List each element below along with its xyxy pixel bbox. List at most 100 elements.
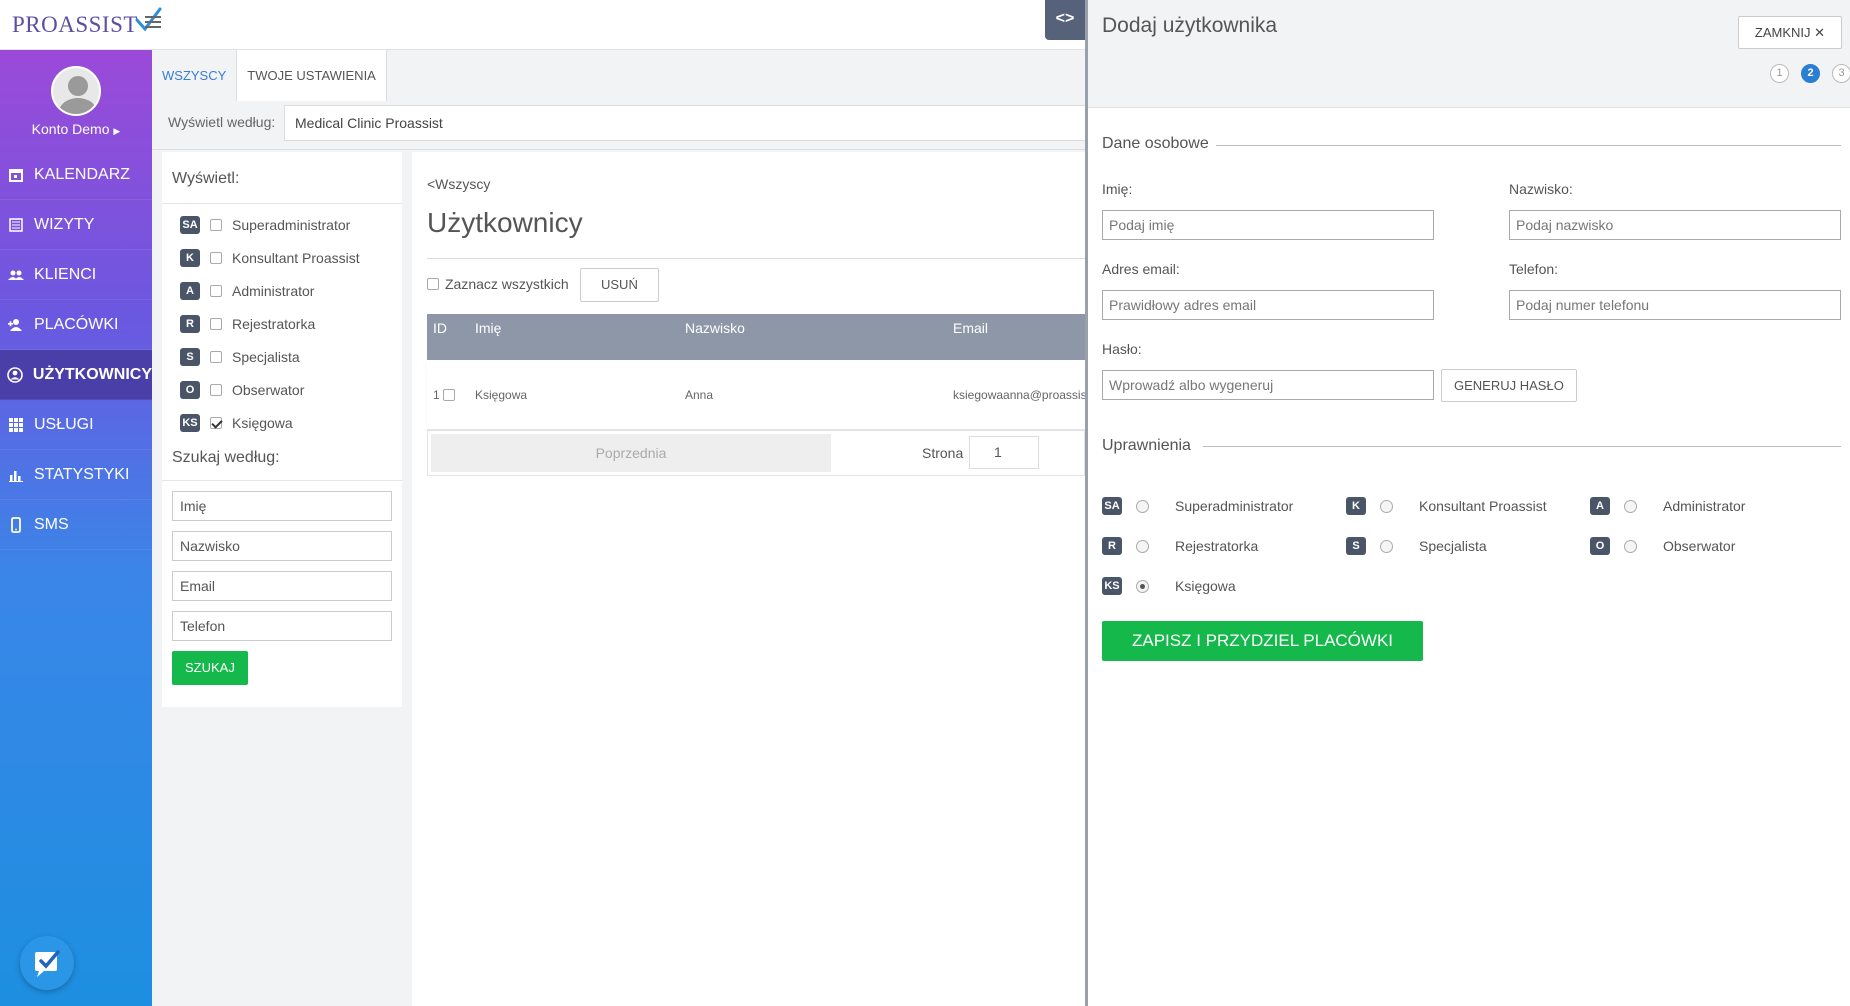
role-checkbox[interactable] [210,317,222,330]
profile-name[interactable]: Konto Demo ▶ [0,121,152,137]
personal-data-legend: Dane osobowe [1102,135,1209,152]
step-1[interactable]: 1 [1770,64,1789,83]
permission-specjalista[interactable]: S Specjalista [1346,537,1487,555]
sidebar-item-statystyki[interactable]: STATYSTYKI [0,450,152,500]
table-row[interactable]: 1 Księgowa Anna ksiegowaanna@proassist [427,360,1085,430]
role-checkbox[interactable] [210,251,222,264]
permission-superadministrator[interactable]: SA Superadministrator [1102,497,1293,515]
permission-radio[interactable] [1380,499,1393,513]
sidebar-item-sms[interactable]: SMS [0,500,152,550]
role-badge: S [1346,537,1366,555]
proassist-logo[interactable]: PROASSIST [12,7,162,42]
code-toggle-icon[interactable]: <> [1045,0,1085,40]
sidebar-item-wizyty[interactable]: WIZYTY [0,200,152,250]
role-badge: O [1590,537,1610,555]
search-button[interactable]: SZUKAJ [172,651,248,685]
user-plus-icon [7,317,25,333]
sidebar-item-placowki[interactable]: PLACÓWKI [0,300,152,350]
caret-right-icon: ▶ [113,126,121,136]
role-badge: KS [1102,577,1122,595]
permission-radio[interactable] [1136,579,1149,593]
filter-role-superadministrator[interactable]: SA Superadministrator [162,208,402,241]
tab-wszyscy[interactable]: WSZYSCY [152,50,238,101]
permission-konsultant[interactable]: K Konsultant Proassist [1346,497,1547,515]
step-2[interactable]: 2 [1801,64,1820,83]
close-button[interactable]: ZAMKNIJ ✕ [1738,16,1842,49]
role-checkbox[interactable] [210,350,222,363]
permission-administrator[interactable]: A Administrator [1590,497,1745,515]
back-link[interactable]: <Wszyscy [427,176,490,192]
role-checkbox[interactable] [210,284,222,297]
filter-box: Wyświetl: SA Superadministrator K Konsulta… [162,152,402,707]
calendar-icon [7,167,25,183]
menu-icon[interactable] [145,16,161,31]
row-checkbox[interactable] [442,389,455,402]
permission-radio[interactable] [1380,539,1393,553]
profile[interactable]: Konto Demo ▶ [0,50,152,150]
avatar [51,66,101,116]
view-by-label: Wyświetl według: [168,114,276,130]
filter-role-rejestratorka[interactable]: R Rejestratorka [162,307,402,340]
column-header-id[interactable]: ID [427,314,469,360]
search-email-input[interactable]: Email [172,571,392,601]
select-all-checkbox[interactable] [427,278,439,290]
role-badge: SA [180,215,200,234]
column-header-last-name[interactable]: Nazwisko [679,314,947,360]
mobile-icon [7,516,25,533]
phone-input[interactable]: Podaj numer telefonu [1509,290,1841,320]
save-and-assign-button[interactable]: ZAPISZ I PRZYDZIEL PLACÓWKI [1102,621,1423,661]
role-badge: SA [1102,497,1122,515]
list-icon [7,217,25,233]
panel-title: Dodaj użytkownika [1102,14,1278,37]
permission-ksiegowa[interactable]: KS Księgowa [1102,577,1236,595]
first-name-input[interactable]: Podaj imię [1102,210,1434,240]
sidebar-item-kalendarz[interactable]: KALENDARZ [0,150,152,200]
page-title: Użytkownicy [427,207,583,238]
permission-radio[interactable] [1624,539,1637,553]
role-badge: O [180,380,200,399]
tab-twoje-ustawienia[interactable]: TWOJE USTAWIENIA [237,50,387,101]
sidebar-item-uzytkownicy[interactable]: UŻYTKOWNICY [0,350,152,400]
last-name-input[interactable]: Podaj nazwisko [1509,210,1841,240]
pagination: Poprzednia Strona 1 [427,430,1085,476]
search-last-name-input[interactable]: Nazwisko [172,531,392,561]
main-content: <Wszyscy Użytkownicy Zaznacz wszystkich … [412,150,1085,1006]
sidebar-item-klienci[interactable]: KLIENCI [0,250,152,300]
filter-role-obserwator[interactable]: O Obserwator [162,373,402,406]
column-header-email[interactable]: Email [947,314,1085,360]
search-first-name-input[interactable]: Imię [172,491,392,521]
view-by-select[interactable]: Medical Clinic Proassist [284,105,1094,141]
divider [427,258,1085,259]
sidebar-item-uslugi[interactable]: USŁUGI [0,400,152,450]
page-number-input[interactable]: 1 [969,436,1039,469]
step-3[interactable]: 3 [1832,64,1850,83]
wizard-steps: 1 2 3 [1758,64,1850,83]
search-title: Szukaj według: [162,439,402,481]
permission-radio[interactable] [1136,499,1149,513]
filter-role-ksiegowa[interactable]: KS Księgowa [162,406,402,439]
previous-page-button[interactable]: Poprzednia [431,434,831,472]
last-name-label: Nazwisko: [1509,181,1573,197]
column-header-first-name[interactable]: Imię [469,314,679,360]
filter-role-administrator[interactable]: A Administrator [162,274,402,307]
permission-radio[interactable] [1624,499,1637,513]
permission-rejestratorka[interactable]: R Rejestratorka [1102,537,1258,555]
support-chat-icon[interactable] [20,936,74,990]
cell-id: 1 [427,388,469,402]
role-checkbox[interactable] [210,218,222,231]
permission-radio[interactable] [1136,539,1149,553]
role-checkbox[interactable] [210,383,222,396]
sidebar: Konto Demo ▶ KALENDARZ WIZYTY KLIENCI PL… [0,50,152,1006]
role-badge: A [1590,497,1610,515]
generate-password-button[interactable]: GENERUJ HASŁO [1441,369,1577,402]
search-phone-input[interactable]: Telefon [172,611,392,641]
delete-button[interactable]: USUŃ [580,268,659,302]
filter-role-specjalista[interactable]: S Specjalista [162,340,402,373]
role-badge: R [180,314,200,333]
email-input[interactable]: Prawidłowy adres email [1102,290,1434,320]
filter-role-konsultant[interactable]: K Konsultant Proassist [162,241,402,274]
select-all[interactable]: Zaznacz wszystkich [427,276,569,292]
role-checkbox[interactable] [210,416,222,429]
password-input[interactable]: Wprowadź albo wygeneruj [1102,370,1434,400]
permission-obserwator[interactable]: O Obserwator [1590,537,1735,555]
